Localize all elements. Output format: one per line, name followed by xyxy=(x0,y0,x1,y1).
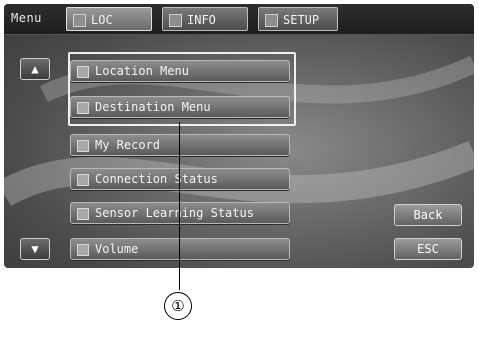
connection-status-button[interactable]: Connection Status xyxy=(70,168,290,190)
sensor-learning-status-button[interactable]: Sensor Learning Status xyxy=(70,202,290,224)
callout-marker: ① xyxy=(164,292,192,320)
menu-title: Menu xyxy=(11,11,42,25)
tab-loc[interactable]: LOC xyxy=(66,7,152,31)
connection-status-label: Connection Status xyxy=(95,172,218,186)
tab-loc-label: LOC xyxy=(91,13,113,27)
back-button[interactable]: Back xyxy=(394,204,462,226)
sensor-learning-label: Sensor Learning Status xyxy=(95,206,254,220)
my-record-icon xyxy=(77,139,89,152)
info-tab-icon xyxy=(169,14,182,27)
scroll-up-button[interactable]: ▲ xyxy=(20,58,50,80)
chevron-down-icon: ▼ xyxy=(31,242,39,256)
volume-label: Volume xyxy=(95,242,139,256)
connection-status-icon xyxy=(77,173,89,186)
sensor-learning-icon xyxy=(77,207,89,220)
volume-icon xyxy=(77,243,89,256)
display-screen: Menu LOC INFO SETUP ▲ ▼ Location Menu De… xyxy=(4,4,474,268)
volume-button[interactable]: Volume xyxy=(70,238,290,260)
callout-line xyxy=(179,122,180,290)
tab-info-label: INFO xyxy=(187,13,216,27)
loc-tab-icon xyxy=(73,14,86,27)
esc-button[interactable]: ESC xyxy=(394,238,462,260)
setup-tab-icon xyxy=(265,14,278,27)
tab-setup-label: SETUP xyxy=(283,13,320,27)
my-record-button[interactable]: My Record xyxy=(70,134,290,156)
chevron-up-icon: ▲ xyxy=(31,62,39,76)
tab-info[interactable]: INFO xyxy=(162,7,248,31)
tab-setup[interactable]: SETUP xyxy=(258,7,338,31)
highlight-frame xyxy=(68,52,296,126)
my-record-label: My Record xyxy=(95,138,161,152)
top-menu-bar: Menu LOC INFO SETUP xyxy=(4,4,474,35)
scroll-down-button[interactable]: ▼ xyxy=(20,238,50,260)
